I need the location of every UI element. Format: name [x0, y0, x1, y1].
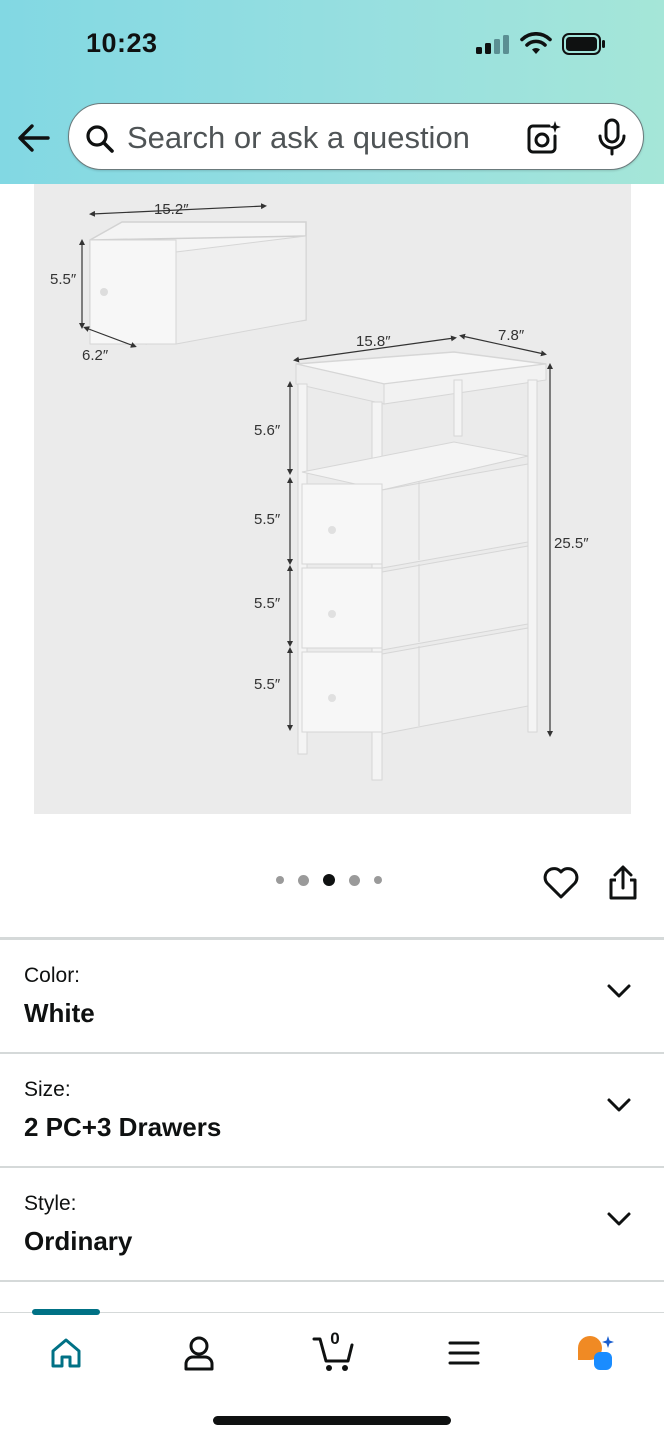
cellular-signal-icon	[476, 35, 509, 54]
cabinet-illustration	[295, 351, 547, 781]
product-dimension-drawing: 15.2″ 5.5″ 6.2″ 15.8″ 7.8″ 25.5″ 5.6″ 5.…	[50, 201, 589, 781]
status-icons	[476, 32, 606, 56]
home-indicator	[213, 1416, 451, 1425]
drawer2-height-label: 5.5″	[254, 595, 281, 612]
nav-rufus[interactable]	[574, 1331, 618, 1375]
variant-value: Ordinary	[24, 1226, 133, 1256]
status-time: 10:23	[86, 28, 158, 58]
drawer-depth-label: 6.2″	[82, 347, 109, 364]
nav-account[interactable]	[177, 1331, 221, 1375]
back-button[interactable]	[16, 120, 52, 156]
unit-depth-label: 7.8″	[498, 327, 525, 344]
menu-icon	[448, 1341, 480, 1365]
unit-width-label: 15.8″	[356, 333, 391, 350]
account-icon	[184, 1336, 214, 1371]
variant-label: Style:	[24, 1192, 77, 1215]
active-tab-indicator	[32, 1309, 100, 1315]
shelf-gap-label: 5.6″	[254, 422, 281, 439]
battery-icon	[562, 33, 605, 55]
cart-count-badge: 0	[330, 1329, 340, 1348]
drawer1-height-label: 5.5″	[254, 511, 281, 528]
drawer-height-label: 5.5″	[50, 271, 77, 288]
microphone-icon[interactable]	[595, 118, 629, 156]
variant-label: Size:	[24, 1078, 71, 1101]
carousel-dot-active[interactable]	[323, 874, 335, 886]
variant-row-size[interactable]: Size: 2 PC+3 Drawers	[0, 1054, 664, 1166]
camera-lens-icon[interactable]	[525, 120, 561, 156]
variant-label: Color:	[24, 964, 81, 987]
search-bar[interactable]: Search or ask a question	[68, 103, 644, 170]
variant-row-style[interactable]: Style: Ordinary	[0, 1168, 664, 1280]
app-header: 10:23 Search or ask a question	[0, 0, 664, 184]
product-image[interactable]: 15.2″ 5.5″ 6.2″ 15.8″ 7.8″ 25.5″ 5.6″ 5.…	[34, 184, 631, 814]
home-icon	[51, 1338, 81, 1368]
variant-value: 2 PC+3 Drawers	[24, 1112, 222, 1142]
heart-icon	[543, 867, 579, 899]
carousel-dot[interactable]	[276, 876, 284, 884]
carousel-dot[interactable]	[374, 876, 382, 884]
drawer-width-label: 15.2″	[154, 201, 189, 218]
row-divider	[0, 1280, 664, 1282]
carousel-dots[interactable]	[276, 874, 382, 886]
chevron-down-icon	[607, 1212, 631, 1226]
nav-menu[interactable]	[442, 1331, 486, 1375]
wifi-icon	[520, 32, 552, 54]
chevron-down-icon	[607, 1098, 631, 1112]
drawer3-height-label: 5.5″	[254, 676, 281, 693]
search-icon	[86, 125, 114, 153]
drawer-illustration	[89, 221, 307, 345]
variant-row-color[interactable]: Color: White	[0, 940, 664, 1052]
unit-height-label: 25.5″	[554, 535, 589, 552]
wishlist-button[interactable]	[542, 864, 580, 900]
nav-home[interactable]	[44, 1331, 88, 1375]
search-input[interactable]: Search or ask a question	[127, 120, 470, 156]
back-arrow-icon	[18, 124, 50, 152]
carousel-dot[interactable]	[298, 874, 309, 886]
share-icon	[609, 865, 637, 900]
rufus-icon	[578, 1336, 614, 1370]
chevron-down-icon	[607, 984, 631, 998]
variant-value: White	[24, 998, 95, 1028]
carousel-dot[interactable]	[349, 874, 360, 886]
share-button[interactable]	[606, 864, 640, 902]
